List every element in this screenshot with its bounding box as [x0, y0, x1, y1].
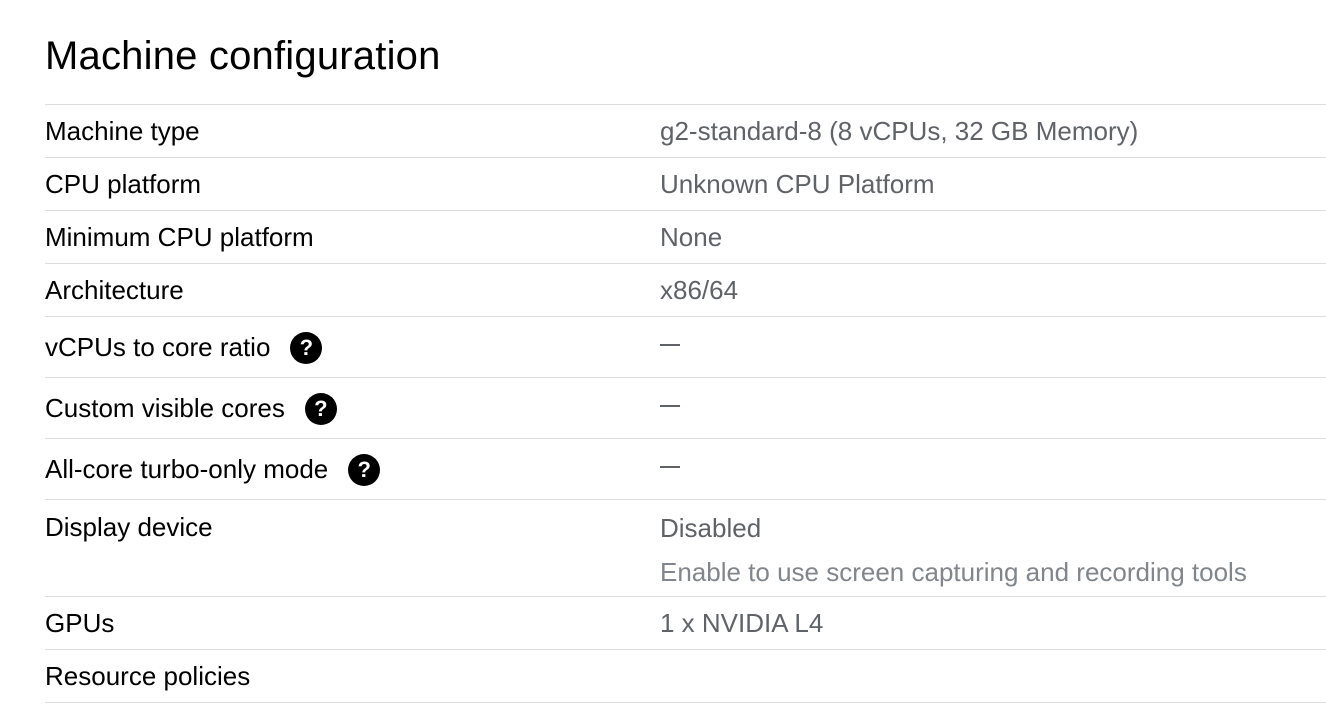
row-label: Display device — [45, 500, 213, 555]
row-label: Machine type — [45, 105, 200, 158]
row-value: — — [660, 378, 680, 431]
empty-value-dash — [660, 405, 680, 408]
help-circle-icon[interactable]: ? — [304, 392, 337, 425]
row-value: — — [660, 439, 680, 492]
row-label: vCPUs to core ratio ? — [45, 317, 323, 378]
machine-configuration-panel: Machine configuration Machine type g2-st… — [45, 0, 1326, 703]
row-value-text: 1 x NVIDIA L4 — [660, 608, 824, 638]
row-custom-visible-cores: Custom visible cores ? — — [45, 378, 1326, 439]
row-label-text: CPU platform — [45, 169, 202, 199]
row-value: 1 x NVIDIA L4 — [660, 597, 823, 650]
row-value-text: g2-standard-8 (8 vCPUs, 32 GB Memory) — [660, 116, 1139, 146]
help-glyph: ? — [357, 456, 371, 482]
row-label-text: All-core turbo-only mode — [45, 454, 329, 484]
help-circle-icon[interactable]: ? — [290, 331, 323, 364]
config-table: Machine type g2-standard-8 (8 vCPUs, 32 … — [45, 104, 1326, 703]
row-value: g2-standard-8 (8 vCPUs, 32 GB Memory) — [660, 105, 1138, 158]
row-label: Resource policies — [45, 650, 250, 703]
help-glyph: ? — [314, 395, 328, 421]
row-value: — — [660, 317, 680, 370]
row-label-text: Machine type — [45, 116, 200, 146]
row-display-device: Display device Disabled Enable to use sc… — [45, 500, 1326, 597]
empty-value-dash — [660, 466, 680, 469]
row-label-text: vCPUs to core ratio — [45, 332, 271, 362]
row-value: x86/64 — [660, 264, 738, 317]
row-value-text: Disabled — [660, 513, 762, 543]
row-label: All-core turbo-only mode ? — [45, 439, 381, 500]
row-gpus: GPUs 1 x NVIDIA L4 — [45, 597, 1326, 650]
row-value: None — [660, 211, 722, 264]
row-label-text: Architecture — [45, 275, 184, 305]
row-label-text: Resource policies — [45, 661, 251, 691]
row-label-text: Minimum CPU platform — [45, 222, 314, 252]
row-cpu-platform: CPU platform Unknown CPU Platform — [45, 158, 1326, 211]
section-title: Machine configuration — [45, 34, 441, 78]
empty-value-dash — [660, 344, 680, 347]
row-label: GPUs — [45, 597, 114, 650]
row-label: Minimum CPU platform — [45, 211, 314, 264]
row-vcpus-to-core-ratio: vCPUs to core ratio ? — — [45, 317, 1326, 378]
row-value-text: x86/64 — [660, 275, 739, 305]
row-label: Custom visible cores ? — [45, 378, 337, 439]
row-value: Disabled Enable to use screen capturing … — [660, 500, 1247, 587]
row-label-text: GPUs — [45, 608, 115, 638]
row-value-text: None — [660, 222, 723, 252]
row-architecture: Architecture x86/64 — [45, 264, 1326, 317]
row-resource-policies: Resource policies — [45, 650, 1326, 703]
help-glyph: ? — [299, 334, 314, 360]
row-value-text: Unknown CPU Platform — [660, 169, 935, 199]
row-minimum-cpu-platform: Minimum CPU platform None — [45, 211, 1326, 264]
row-machine-type: Machine type g2-standard-8 (8 vCPUs, 32 … — [45, 105, 1326, 158]
row-all-core-turbo-only-mode: All-core turbo-only mode ? — — [45, 439, 1326, 500]
row-label-text: Custom visible cores — [45, 393, 285, 423]
row-label: Architecture — [45, 264, 184, 317]
row-value: Unknown CPU Platform — [660, 158, 935, 211]
row-label: CPU platform — [45, 158, 201, 211]
row-label-text: Display device — [45, 512, 213, 542]
help-circle-icon[interactable]: ? — [348, 453, 381, 486]
display-device-hint: Enable to use screen capturing and recor… — [660, 557, 1247, 587]
